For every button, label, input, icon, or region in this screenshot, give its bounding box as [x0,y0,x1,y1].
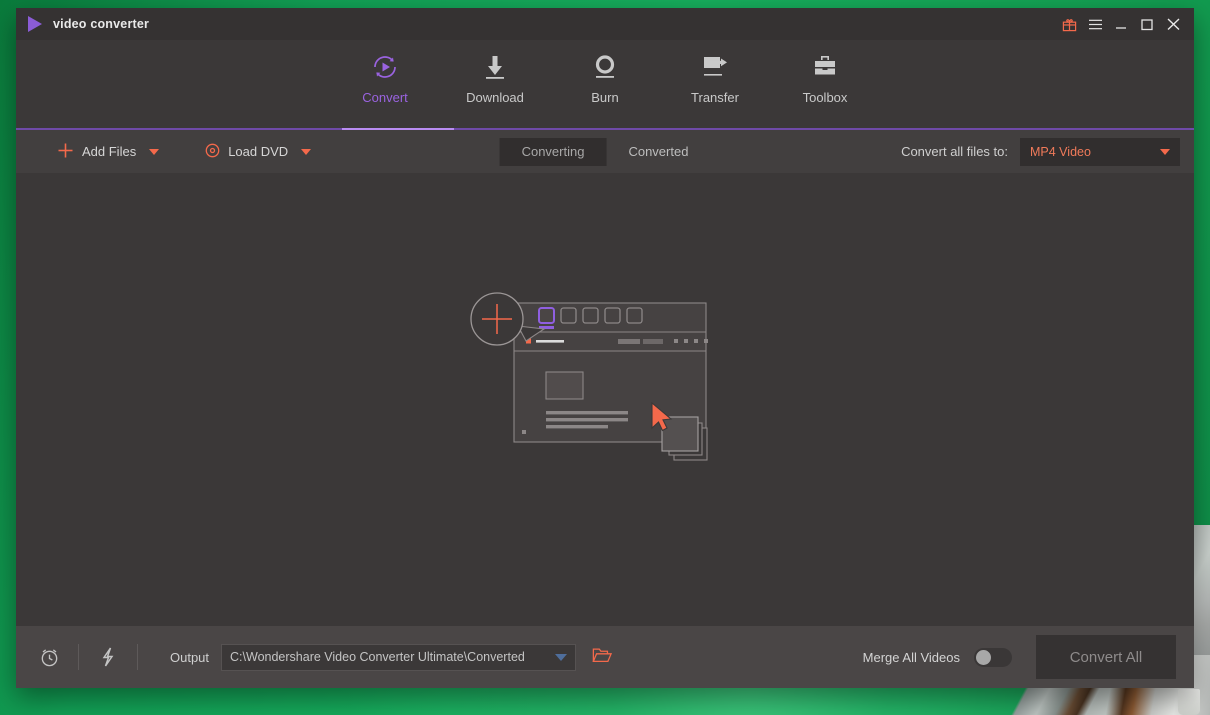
converting-converted-tabs: Converting Converted [500,138,711,166]
output-path-field[interactable]: C:\Wondershare Video Converter Ultimate\… [221,644,576,671]
toggle-knob [976,650,991,665]
tab-converting[interactable]: Converting [500,138,607,166]
alarm-clock-icon[interactable] [34,642,64,672]
caret-down-icon [1160,149,1170,155]
format-value: MP4 Video [1030,145,1091,159]
add-files-label: Add Files [82,144,136,159]
caret-down-icon[interactable] [555,654,567,661]
merge-all-videos-group: Merge All Videos Convert All [863,635,1176,679]
hamburger-menu-icon[interactable] [1082,11,1108,37]
title-bar: video converter [16,8,1194,40]
disc-icon [205,143,220,161]
load-dvd-label: Load DVD [228,144,288,159]
wallpaper-cup [1178,689,1200,715]
gift-icon[interactable] [1056,11,1082,37]
download-arrow-icon [480,50,510,84]
minimize-icon[interactable] [1108,11,1134,37]
nav-label: Burn [591,90,618,105]
convert-all-to-label: Convert all files to: [901,144,1008,159]
convert-refresh-play-icon [369,50,401,84]
toolbar: Add Files Load DVD Converting Converted … [16,130,1194,173]
close-icon[interactable] [1160,11,1186,37]
divider [78,644,79,670]
toolbox-briefcase-icon [810,50,840,84]
convert-all-button[interactable]: Convert All [1036,635,1176,679]
load-dvd-button[interactable]: Load DVD [205,143,311,161]
caret-down-icon[interactable] [149,149,159,155]
play-triangle-icon [28,16,42,32]
nav-item-burn[interactable]: Burn [550,40,660,105]
add-files-empty-state-illustration[interactable] [466,282,766,477]
transfer-device-arrow-icon [699,50,731,84]
format-select[interactable]: MP4 Video [1020,138,1180,166]
divider [137,644,138,670]
lightning-bolt-icon[interactable] [93,642,123,672]
nav-label: Convert [362,90,408,105]
add-files-button[interactable]: Add Files [57,142,159,162]
nav-item-download[interactable]: Download [440,40,550,105]
main-content-area[interactable] [16,173,1194,626]
main-navigation: Convert Download Burn [16,40,1194,130]
output-path-value: C:\Wondershare Video Converter Ultimate\… [230,650,525,664]
window-controls [1056,11,1194,37]
caret-down-icon[interactable] [301,149,311,155]
output-label: Output [170,650,209,665]
burn-disc-icon [590,50,620,84]
nav-item-toolbox[interactable]: Toolbox [770,40,880,105]
merge-all-videos-label: Merge All Videos [863,650,960,665]
nav-item-transfer[interactable]: Transfer [660,40,770,105]
application-window: video converter [16,8,1194,688]
plus-icon [57,142,74,162]
nav-item-convert[interactable]: Convert [330,40,440,105]
maximize-icon[interactable] [1134,11,1160,37]
merge-all-videos-toggle[interactable] [974,648,1012,667]
app-title: video converter [53,17,149,31]
nav-label: Transfer [691,90,739,105]
nav-label: Download [466,90,524,105]
convert-all-to-group: Convert all files to: MP4 Video [901,138,1180,166]
nav-label: Toolbox [803,90,848,105]
bottom-bar: Output C:\Wondershare Video Converter Ul… [16,626,1194,688]
tab-converted[interactable]: Converted [606,138,710,166]
open-folder-icon[interactable] [592,646,612,669]
